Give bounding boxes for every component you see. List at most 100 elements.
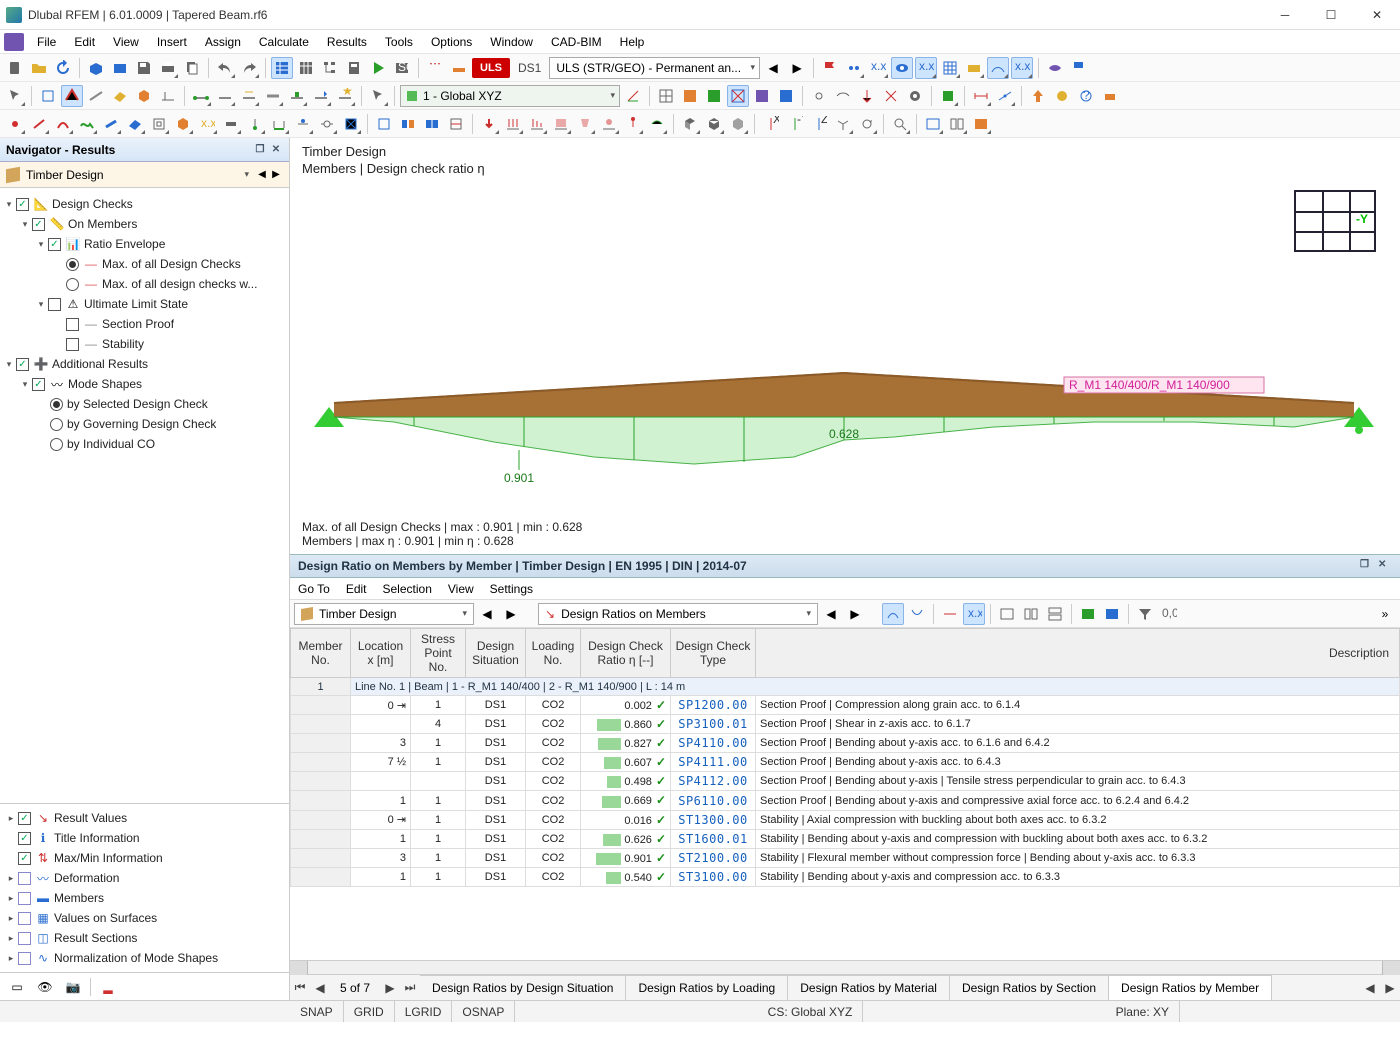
res-view[interactable]: View — [448, 582, 474, 596]
f7-icon[interactable] — [622, 113, 644, 135]
hscroll-right[interactable] — [1382, 961, 1400, 975]
nav-close-icon[interactable]: ✕ — [269, 143, 283, 157]
loads2-icon[interactable] — [448, 57, 470, 79]
tab-design-ratios-by-member[interactable]: Design Ratios by Member — [1108, 975, 1272, 1001]
arc-icon[interactable] — [52, 113, 74, 135]
nav-foot-eye-icon[interactable]: 👁 — [34, 977, 56, 997]
menu-calculate[interactable]: Calculate — [250, 32, 318, 52]
ax-y-icon[interactable]: -Y — [784, 113, 806, 135]
rgl-icon[interactable] — [340, 113, 362, 135]
ax-rot-icon[interactable] — [856, 113, 878, 135]
maximize-button[interactable]: ☐ — [1308, 0, 1354, 30]
close-button[interactable]: ✕ — [1354, 0, 1400, 30]
tree-norm[interactable]: ▸∿Normalization of Mode Shapes — [0, 948, 289, 968]
res-restore-icon[interactable]: ❐ — [1360, 559, 1374, 573]
menu-cad-bim[interactable]: CAD-BIM — [542, 32, 611, 52]
res-tb2-icon[interactable] — [906, 603, 928, 625]
res-sel2[interactable]: ↘Design Ratios on Members▾ — [538, 603, 818, 625]
dim1-icon[interactable] — [970, 85, 992, 107]
status-grid[interactable]: GRID — [344, 1001, 395, 1022]
cs-icon[interactable] — [622, 85, 644, 107]
res-edit[interactable]: Edit — [346, 582, 367, 596]
tree-maxmin[interactable]: ⇅Max/Min Information — [0, 848, 289, 868]
status-osnap[interactable]: OSNAP — [452, 1001, 515, 1022]
menu-window[interactable]: Window — [481, 32, 542, 52]
tabs-next[interactable]: ▶ — [1380, 981, 1400, 995]
v5-icon[interactable] — [1123, 85, 1145, 107]
col-stress[interactable]: Stress Point No. — [411, 629, 466, 678]
model-icon[interactable] — [85, 57, 107, 79]
col-loc[interactable]: Location x [m] — [351, 629, 411, 678]
solid-icon[interactable] — [133, 85, 155, 107]
tree-title-info[interactable]: ℹTitle Information — [0, 828, 289, 848]
table-row[interactable]: 11DS1CO2 0.540✓ ST3100.00Stability | Ben… — [291, 867, 1400, 886]
tree-deformation[interactable]: ▸〰Deformation — [0, 868, 289, 888]
srf-icon[interactable] — [124, 113, 146, 135]
w2-icon[interactable] — [946, 113, 968, 135]
lns-icon[interactable] — [268, 113, 290, 135]
sn3-icon[interactable] — [856, 85, 878, 107]
draw-icon[interactable] — [157, 85, 179, 107]
col-ratio[interactable]: Design Check Ratio η [--] — [581, 629, 671, 678]
reload-icon[interactable] — [52, 57, 74, 79]
c2-icon[interactable] — [703, 113, 725, 135]
print-icon[interactable] — [157, 57, 179, 79]
col-member[interactable]: Member No. — [291, 629, 351, 678]
c1-icon[interactable] — [679, 113, 701, 135]
nls-icon[interactable] — [244, 113, 266, 135]
f1-icon[interactable] — [478, 113, 500, 135]
table-row[interactable]: 7 ½1DS1CO2 0.607✓ SP4111.00Section Proof… — [291, 753, 1400, 772]
menu-results[interactable]: Results — [318, 32, 376, 52]
ecc-icon[interactable] — [292, 113, 314, 135]
g1-icon[interactable] — [655, 85, 677, 107]
b3-icon[interactable] — [421, 113, 443, 135]
col-type[interactable]: Design Check Type — [671, 629, 756, 678]
f4-icon[interactable] — [550, 113, 572, 135]
g5-icon[interactable] — [751, 85, 773, 107]
coord-select[interactable]: 1 - Global XYZ — [400, 85, 620, 107]
beam1-icon[interactable] — [190, 85, 212, 107]
menu-insert[interactable]: Insert — [148, 32, 196, 52]
res-more-icon[interactable]: » — [1374, 603, 1396, 625]
res-sel1-prev[interactable]: ◀ — [476, 603, 498, 625]
spl-icon[interactable] — [76, 113, 98, 135]
nav-foot-chart-icon[interactable]: ▂ — [97, 977, 119, 997]
tree-add-results[interactable]: ▾➕Additional Results — [0, 354, 289, 374]
page-next[interactable]: ▶ — [380, 981, 400, 995]
menu-options[interactable]: Options — [422, 32, 481, 52]
cursor-icon[interactable] — [4, 85, 26, 107]
res-tb1-icon[interactable] — [882, 603, 904, 625]
nav-foot-1-icon[interactable]: ▭ — [6, 977, 28, 997]
ax-iso-icon[interactable] — [832, 113, 854, 135]
res-sel2-next[interactable]: ▶ — [844, 603, 866, 625]
grid-icon[interactable] — [939, 57, 961, 79]
flag-icon[interactable] — [819, 57, 841, 79]
tree-max-all[interactable]: —Max. of all Design Checks — [0, 254, 289, 274]
res-sel1-next[interactable]: ▶ — [500, 603, 522, 625]
beam3-icon[interactable] — [238, 85, 260, 107]
res-sel2-prev[interactable]: ◀ — [820, 603, 842, 625]
b4-icon[interactable] — [445, 113, 467, 135]
menu-edit[interactable]: Edit — [65, 32, 104, 52]
load-combo-select[interactable]: ULS (STR/GEO) - Permanent an... — [549, 57, 760, 79]
dot1-icon[interactable] — [843, 57, 865, 79]
table-row[interactable]: DS1CO2 0.498✓ SP4112.00Section Proof | B… — [291, 772, 1400, 791]
w1-icon[interactable] — [922, 113, 944, 135]
flag2-icon[interactable] — [1068, 57, 1090, 79]
nav-next-icon[interactable]: ▶ — [269, 169, 283, 180]
b1-icon[interactable] — [373, 113, 395, 135]
table-row[interactable]: 0 ⇥1DS1CO2 0.002✓ SP1200.00Section Proof… — [291, 696, 1400, 715]
loads1-icon[interactable] — [424, 57, 446, 79]
copy-icon[interactable] — [181, 57, 203, 79]
v4-icon[interactable] — [1099, 85, 1121, 107]
res-tb6-icon[interactable] — [1020, 603, 1042, 625]
table-row[interactable]: 0 ⇥1DS1CO2 0.016✓ ST1300.00Stability | A… — [291, 810, 1400, 829]
ax-x-icon[interactable]: X — [760, 113, 782, 135]
menu-help[interactable]: Help — [611, 32, 654, 52]
hng-icon[interactable] — [316, 113, 338, 135]
member-icon[interactable] — [85, 85, 107, 107]
beam6-icon[interactable] — [310, 85, 332, 107]
c3-icon[interactable] — [727, 113, 749, 135]
tree-stability[interactable]: —Stability — [0, 334, 289, 354]
res-close-icon[interactable]: ✕ — [1378, 559, 1392, 573]
